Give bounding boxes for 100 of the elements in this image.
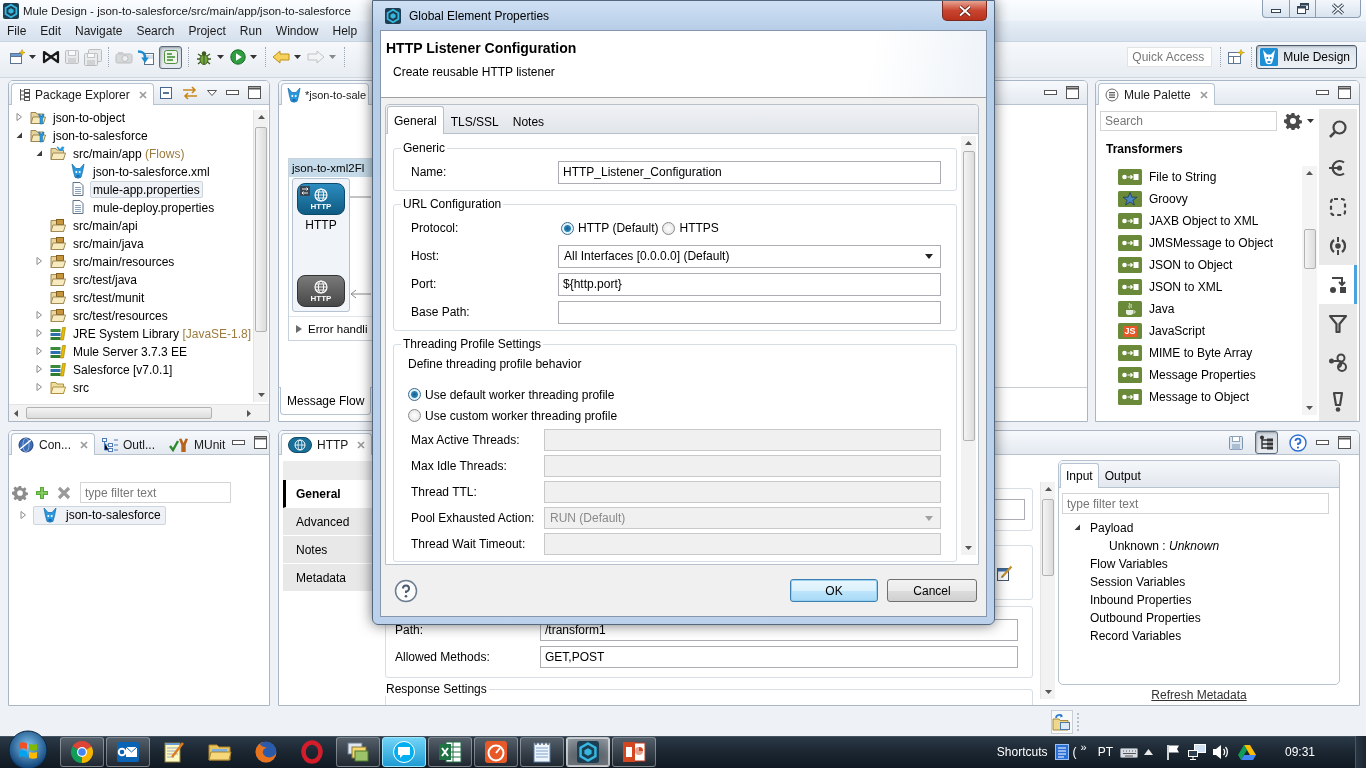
palette-item[interactable]: Message to Object bbox=[1118, 386, 1302, 408]
collapsed-arrow-icon[interactable] bbox=[14, 111, 24, 123]
tree-item[interactable]: src/test/munit bbox=[70, 288, 148, 306]
close-button[interactable] bbox=[942, 1, 987, 21]
tree-item[interactable]: json-to-object bbox=[50, 108, 129, 126]
palette-item[interactable]: JS JavaScript bbox=[1118, 320, 1302, 342]
radio-icon[interactable] bbox=[408, 409, 421, 422]
quick-access-field[interactable]: Quick Access bbox=[1127, 47, 1213, 67]
overflow-chevron[interactable]: » bbox=[1080, 741, 1087, 753]
tree-item[interactable]: Inbound Properties bbox=[1087, 590, 1195, 608]
tree-item[interactable]: JRE System Library [JavaSE-1.8] bbox=[70, 324, 253, 342]
scroll-right-icon[interactable] bbox=[247, 409, 251, 417]
settings-icon[interactable] bbox=[1284, 112, 1302, 130]
input-field[interactable] bbox=[995, 499, 1025, 520]
menu-item[interactable]: Window bbox=[268, 24, 326, 38]
tab[interactable]: Notes bbox=[505, 108, 552, 134]
radio-option[interactable]: Use custom worker threading profile bbox=[408, 405, 941, 426]
help-icon[interactable] bbox=[1289, 433, 1307, 452]
collapsed-arrow-icon[interactable] bbox=[34, 381, 44, 393]
cross-icon[interactable] bbox=[57, 485, 71, 500]
toolbar-item[interactable]: ( bbox=[1072, 745, 1077, 759]
palette-item[interactable]: JSON to Object bbox=[1118, 254, 1302, 276]
scrollbar-thumb[interactable] bbox=[1303, 229, 1316, 269]
speaker-icon[interactable] bbox=[1211, 744, 1230, 760]
palette-item[interactable]: JAXB Object to XML bbox=[1118, 210, 1302, 232]
network-icon[interactable] bbox=[1187, 744, 1206, 760]
scroll-down-icon[interactable] bbox=[1044, 690, 1052, 694]
tab[interactable]: Output bbox=[1098, 463, 1147, 488]
ok-button[interactable]: OK bbox=[790, 579, 878, 602]
side-tab[interactable]: Metadata bbox=[283, 564, 375, 592]
category-tab[interactable] bbox=[1319, 265, 1357, 304]
view-tab[interactable]: Con... bbox=[11, 433, 95, 455]
tree-item[interactable]: src/main/api bbox=[70, 216, 141, 234]
radio-icon[interactable] bbox=[561, 221, 574, 235]
tree-item[interactable]: src/main/app (Flows) bbox=[70, 144, 188, 162]
radio-icon[interactable] bbox=[408, 388, 421, 401]
bug-icon[interactable] bbox=[195, 48, 213, 66]
two-way-arrows-icon[interactable] bbox=[182, 85, 198, 100]
collapsed-arrow-icon[interactable] bbox=[34, 255, 44, 267]
editor-tab[interactable]: *json-to-sale bbox=[281, 83, 370, 105]
menu-item[interactable]: Edit bbox=[33, 24, 69, 38]
dropdown-caret-icon[interactable] bbox=[217, 55, 224, 59]
refresh-link[interactable]: Refresh Metadata bbox=[1151, 688, 1247, 702]
search-field[interactable]: Search bbox=[1100, 111, 1277, 131]
tree-item[interactable]: Payload bbox=[1087, 518, 1137, 536]
scroll-down-icon[interactable] bbox=[1306, 406, 1313, 410]
radio-option[interactable]: HTTPS bbox=[662, 221, 719, 235]
vertical-scrollbar[interactable] bbox=[1302, 166, 1317, 415]
tree-item[interactable]: json-to-salesforce bbox=[50, 126, 151, 144]
plus-icon[interactable] bbox=[35, 485, 49, 500]
close-icon[interactable] bbox=[80, 440, 88, 449]
scroll-down-icon[interactable] bbox=[965, 546, 972, 550]
view-tab[interactable]: Package Explorer bbox=[11, 83, 154, 105]
filter-field[interactable]: type filter text bbox=[80, 482, 231, 503]
arrow-into-page-icon[interactable] bbox=[137, 48, 155, 66]
text-field[interactable]: GET,POST bbox=[540, 646, 1018, 668]
bowtie-icon[interactable] bbox=[42, 50, 60, 64]
minimize-icon[interactable] bbox=[1316, 440, 1329, 445]
flow-node[interactable]: HTTP bbox=[297, 183, 345, 215]
flag-icon[interactable] bbox=[1165, 744, 1180, 760]
dropdown[interactable]: All Interfaces [0.0.0.0] (Default) bbox=[558, 244, 941, 268]
palette-item[interactable]: JSON to XML bbox=[1118, 276, 1302, 298]
dropdown-caret-icon[interactable] bbox=[294, 55, 301, 59]
tree-item[interactable]: Session Variables bbox=[1087, 572, 1189, 590]
filter-field[interactable]: type filter text bbox=[1062, 493, 1329, 514]
help-icon[interactable] bbox=[394, 578, 418, 603]
start-orb-icon[interactable] bbox=[8, 730, 48, 768]
tree-item[interactable]: src bbox=[70, 378, 92, 396]
maximize-icon[interactable] bbox=[1338, 86, 1351, 99]
collapsed-arrow-icon[interactable] bbox=[34, 363, 44, 375]
document-icon[interactable] bbox=[1054, 744, 1069, 760]
close-icon[interactable] bbox=[357, 440, 366, 449]
view-tab[interactable]: Outl... bbox=[95, 433, 163, 455]
tree-item[interactable]: mule-app.properties bbox=[90, 180, 203, 198]
collapsed-arrow-icon[interactable] bbox=[34, 327, 44, 339]
view-tab[interactable]: MUnit bbox=[162, 433, 233, 455]
minimize-icon[interactable] bbox=[1316, 90, 1329, 95]
tree-item[interactable]: src/test/java bbox=[70, 270, 141, 288]
scroll-up-icon[interactable] bbox=[1306, 171, 1313, 175]
caret-up-icon[interactable] bbox=[1143, 749, 1153, 755]
language-indicator[interactable]: PT bbox=[1097, 745, 1113, 759]
keyboard-icon[interactable] bbox=[1119, 746, 1138, 758]
vertical-scrollbar[interactable] bbox=[253, 110, 268, 402]
clock[interactable]: 09:31 bbox=[1284, 745, 1315, 759]
collapsed-arrow-icon[interactable] bbox=[18, 509, 28, 521]
view-tab[interactable]: Mule Palette bbox=[1098, 83, 1215, 105]
collapsed-arrow-icon[interactable] bbox=[34, 309, 44, 321]
text-field[interactable]: HTTP_Listener_Configuration bbox=[558, 160, 941, 184]
tab[interactable]: General bbox=[387, 106, 444, 134]
palette-item[interactable]: JMSMessage to Object bbox=[1118, 232, 1302, 254]
tree-item[interactable]: src/main/java bbox=[70, 234, 147, 252]
radio-icon[interactable] bbox=[662, 221, 676, 235]
perspective-button[interactable]: Mule Design bbox=[1256, 45, 1357, 69]
tree-item[interactable]: Outbound Properties bbox=[1087, 608, 1204, 626]
view-menu-icon[interactable] bbox=[207, 89, 217, 96]
palette-item[interactable]: Message Properties bbox=[1118, 364, 1302, 386]
tree-item[interactable]: Mule Server 3.7.3 EE bbox=[70, 342, 191, 360]
vertical-scrollbar[interactable] bbox=[961, 136, 976, 555]
scroll-left-icon[interactable] bbox=[14, 409, 18, 417]
tree-item[interactable]: Unknown : Unknown bbox=[1106, 536, 1223, 554]
